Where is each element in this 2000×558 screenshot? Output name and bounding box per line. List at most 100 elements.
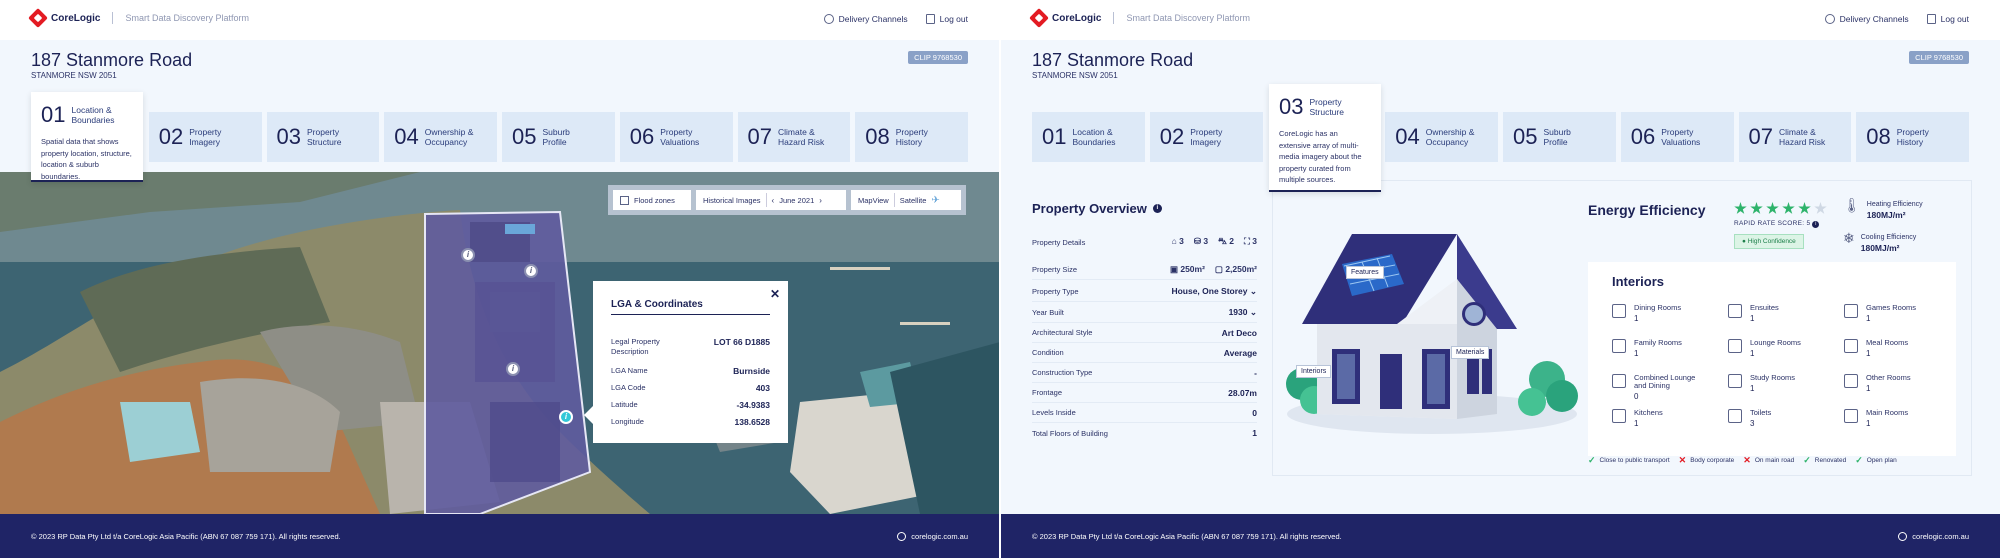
energy-rating-stars [1734,202,1827,215]
toilet-icon [1728,409,1742,423]
step-04[interactable]: 04 Ownership & Occupancy [1385,112,1498,162]
overview-row[interactable]: Property Type House, One Storey ⌄ [1032,282,1257,302]
step-02[interactable]: 02 Property Imagery [1149,112,1263,162]
interior-label: Toilets [1750,408,1772,417]
step-08[interactable]: 08 Property History [1856,112,1969,162]
close-icon[interactable]: ✕ [770,287,780,301]
logout-link[interactable]: Log out [1926,14,1969,24]
map-image [0,172,1000,514]
step-number: 05 [512,124,537,149]
step-05[interactable]: 05 Suburb Profile [1503,112,1616,162]
active-step-card[interactable]: 01 Location & Boundaries Spatial data tha… [31,92,143,182]
divider [1113,12,1115,24]
snowflake-icon: ❄ [1843,230,1855,246]
step-nav: 02 Property Imagery 03 Property Structure … [31,112,968,162]
mapview-label[interactable]: MapView [858,196,889,205]
info-pin-icon[interactable]: i [524,264,538,278]
chevron-right-icon[interactable]: › [819,196,822,205]
top-links: Delivery Channels Log out [1824,14,1969,24]
step-number: 04 [394,124,419,149]
checkbox-icon[interactable] [620,195,629,205]
info-pin-icon[interactable]: i [506,362,520,376]
step-04[interactable]: 04 Ownership & Occupancy [384,112,497,162]
satellite-label[interactable]: Satellite [900,196,927,205]
interior-label: Dining Rooms [1634,303,1682,312]
globe-icon [897,532,907,541]
cross-icon: ✕ [1678,455,1687,465]
delivery-channels-link[interactable]: Delivery Channels [1824,14,1909,24]
step-01[interactable]: 01 Location & Boundaries [1032,112,1145,162]
interior-label: Kitchens [1634,408,1663,417]
satellite-map[interactable]: i i i i [0,172,1000,514]
delivery-channels-link[interactable]: Delivery Channels [823,14,908,24]
interior-item: Dining Rooms 1 [1634,304,1704,323]
info-icon[interactable]: i [1812,221,1820,228]
step-06[interactable]: 06 Property Valuations [1620,112,1734,162]
feature-tag: ✓ Close to public transport [1588,455,1670,466]
check-icon: ✓ [1803,455,1811,465]
flood-zones-toggle[interactable]: Flood zones [613,190,691,210]
meal-icon [1844,339,1858,353]
info-icon[interactable]: i [1152,204,1162,213]
lga-row: Latitude -34.9383 [611,400,770,410]
step-nav: 01 Location & Boundaries 02 Property Image… [1032,112,1969,162]
interior-count: 3 [1750,419,1755,428]
lga-row: LGA Code 403 [611,383,770,393]
interior-count: 1 [1750,314,1755,323]
map-view-control[interactable]: MapView Satellite ✈ [851,190,961,210]
lounges-value: 3 [1252,236,1257,246]
row-value: House, One Storey ⌄ [1171,286,1257,297]
step-06[interactable]: 06 Property Valuations [619,112,733,162]
step-07[interactable]: 07 Climate & Hazard Risk [1738,112,1852,162]
star-filled-icon [1766,202,1779,214]
step-number: 08 [1866,124,1891,149]
chevron-down-icon[interactable]: ⌄ [1250,286,1257,296]
row-value: - [1254,367,1257,378]
feature-tag: ✓ Open plan [1855,455,1897,466]
flood-label: Flood zones [634,195,675,205]
logout-icon [1926,14,1936,24]
site-link[interactable]: corelogic.com.au [1898,532,1969,541]
lga-value: Burnside [733,366,770,376]
features-label[interactable]: Features [1346,266,1384,279]
step-07[interactable]: 07 Climate & Hazard Risk [737,112,851,162]
row-key: Levels Inside [1032,408,1076,417]
interior-label: Main Rooms [1866,408,1909,417]
feature-tag: ✕ Body corporate [1679,455,1735,466]
chevron-down-icon[interactable]: ⌄ [1250,307,1257,317]
interiors-label[interactable]: Interiors [1296,365,1332,378]
overview-row: Construction Type - [1032,363,1257,383]
step-08[interactable]: 08 Property History [855,112,968,162]
info-pin-icon[interactable]: i [461,248,475,262]
historical-images-control[interactable]: Historical Images ‹ June 2021 › [696,190,846,210]
footer: © 2023 RP Data Pty Ltd t/a CoreLogic Asi… [1001,514,2000,558]
interior-item: Study Rooms 1 [1750,374,1820,393]
feature-tag: ✓ Renovated [1803,455,1846,466]
logo[interactable]: CoreLogic Smart Data Discovery Platform [28,8,249,28]
site-label: corelogic.com.au [1912,532,1969,541]
confidence-badge: ● High Confidence [1734,234,1804,249]
overview-row[interactable]: Year Built 1930 ⌄ [1032,303,1257,323]
satellite-icon: ✈ [931,194,940,206]
info-pin-active-icon[interactable]: i [559,410,573,424]
lga-key: LGA Code [611,383,646,392]
site-label: corelogic.com.au [911,532,968,541]
lga-title: LGA & Coordinates [611,299,770,315]
row-key: Total Floors of Building [1032,428,1108,438]
step-05[interactable]: 05 Suburb Profile [502,112,615,162]
step-03[interactable]: 03 Property Structure [266,112,380,162]
overview-row: Condition Average [1032,343,1257,363]
divider [112,12,114,24]
step-02[interactable]: 02 Property Imagery [148,112,262,162]
chevron-left-icon[interactable]: ‹ [772,196,775,205]
site-link[interactable]: corelogic.com.au [897,532,968,541]
cooling-value: 180MJ/m² [1860,243,1900,253]
overview-row: Frontage 28.07m [1032,383,1257,403]
active-step-card[interactable]: 03 Property Structure CoreLogic has an ex… [1269,84,1381,192]
step-label: Property Imagery [1190,127,1223,147]
materials-label[interactable]: Materials [1451,346,1490,359]
step-label: Property Structure [306,127,342,147]
tag-label: Close to public transport [1599,457,1670,464]
logo[interactable]: CoreLogic Smart Data Discovery Platform [1029,8,1250,28]
logout-link[interactable]: Log out [925,14,968,24]
